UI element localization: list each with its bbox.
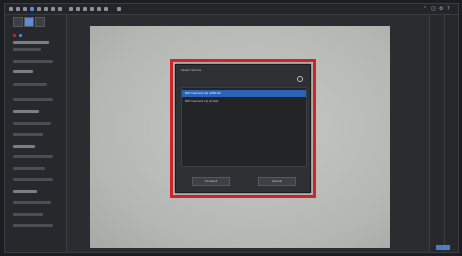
top-toolbar: ⌃ ◫ ⚙ ? [5, 4, 458, 15]
help-icon[interactable]: ? [447, 7, 452, 12]
grid-tool-icon[interactable] [97, 7, 101, 11]
crop-tool-icon[interactable] [30, 7, 34, 11]
panel-row [13, 83, 47, 86]
pin-icon[interactable]: ⌃ [423, 7, 428, 12]
panel-row [13, 201, 51, 204]
text-tool-icon[interactable] [51, 7, 55, 11]
panel-tab-layers[interactable] [13, 17, 23, 27]
live-icon[interactable] [19, 34, 22, 37]
panel-tab-settings[interactable] [35, 17, 45, 27]
zoom-tool-icon[interactable] [23, 7, 27, 11]
left-panel [5, 15, 67, 252]
ruler-tool-icon[interactable] [104, 7, 108, 11]
panel-row [13, 70, 33, 73]
panel-row [13, 98, 53, 101]
panel-row [13, 133, 43, 136]
split-icon[interactable]: ◫ [431, 7, 436, 12]
dialog-title: Select device [181, 68, 202, 72]
fill-tool-icon[interactable] [76, 7, 80, 11]
panel-row [13, 190, 37, 193]
right-panel-1 [429, 15, 444, 252]
panel-row [13, 60, 53, 63]
panel-row [13, 110, 39, 113]
panel-tab-camera[interactable] [24, 17, 34, 27]
device-list-item[interactable]: PAT Camera (1) (0-6A) [182, 98, 306, 105]
panel-row [13, 224, 53, 227]
settings-icon[interactable]: ⚙ [439, 7, 444, 12]
pan-tool-icon[interactable] [16, 7, 20, 11]
record-icon[interactable] [13, 34, 16, 37]
connect-button[interactable]: Connect [192, 177, 230, 186]
stamp-tool-icon[interactable] [83, 7, 87, 11]
panel-row [13, 122, 51, 125]
panel-row [13, 178, 53, 181]
rotate-tool-icon[interactable] [37, 7, 41, 11]
measure-tool-icon[interactable] [44, 7, 48, 11]
cancel-button[interactable]: Cancel [258, 177, 296, 186]
device-list: PAT Camera (0) AMR-02 PAT Camera (1) (0-… [181, 87, 307, 167]
shape-tool-icon[interactable] [69, 7, 73, 11]
panel-row [13, 145, 35, 148]
right-panel-2 [444, 15, 458, 252]
device-list-item[interactable]: PAT Camera (0) AMR-02 [182, 90, 306, 97]
select-tool-icon[interactable] [9, 7, 13, 11]
brush-tool-icon[interactable] [58, 7, 62, 11]
panel-row [13, 41, 49, 44]
panel-row [13, 155, 53, 158]
refresh-icon[interactable] [297, 76, 303, 82]
panel-row [13, 48, 41, 51]
panel-row [13, 167, 45, 170]
status-indicator [436, 245, 450, 250]
select-device-dialog: Select device PAT Camera (0) AMR-02 PAT … [175, 64, 311, 193]
camera-tool-icon[interactable] [117, 7, 121, 11]
panel-row [13, 213, 43, 216]
eyedropper-tool-icon[interactable] [90, 7, 94, 11]
